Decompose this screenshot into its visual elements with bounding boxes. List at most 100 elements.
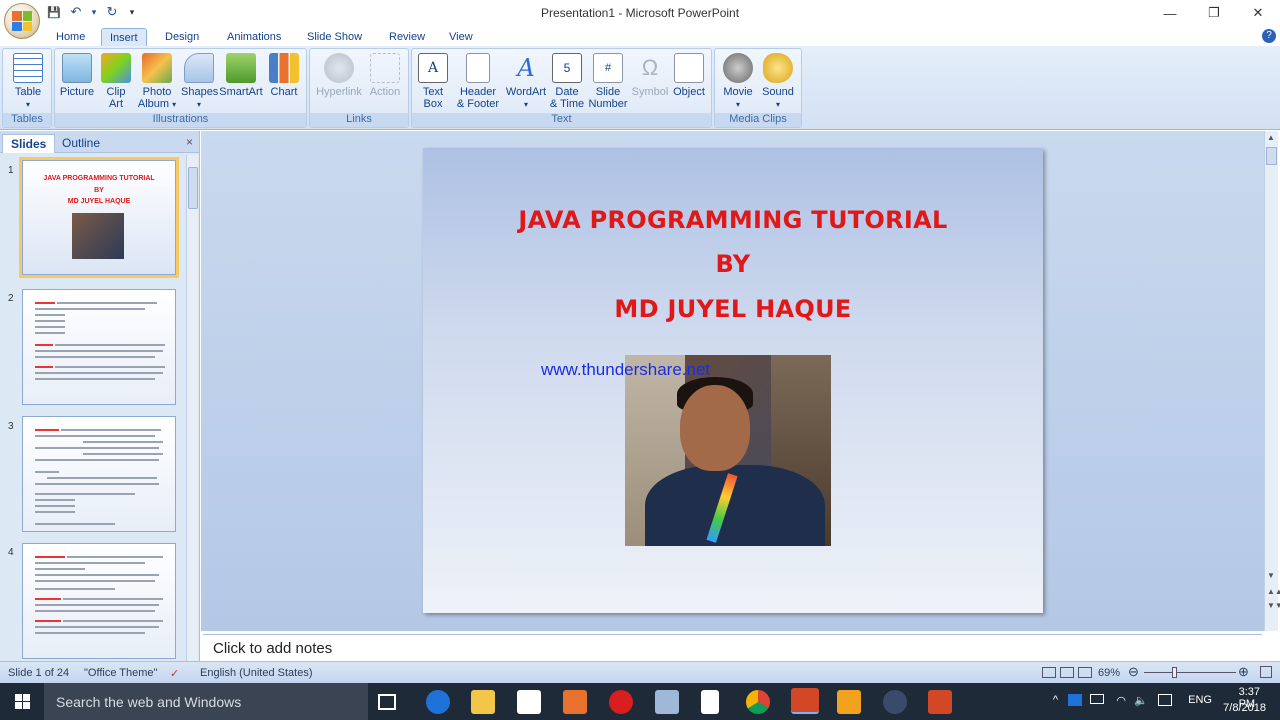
smartart-icon	[226, 53, 256, 83]
scroll-down-icon[interactable]: ▼	[1267, 571, 1275, 580]
minimize-button[interactable]: —	[1148, 0, 1192, 26]
action-center-icon[interactable]	[1158, 694, 1172, 706]
scroll-up-icon[interactable]: ▲	[1267, 133, 1275, 142]
slide-number-label: 4	[8, 547, 14, 558]
thumb-by: BY	[94, 187, 104, 194]
scrollbar-thumb[interactable]	[188, 167, 198, 209]
slide-sorter-icon[interactable]	[1060, 667, 1074, 678]
tab-design[interactable]: Design	[157, 28, 207, 47]
office-button[interactable]	[4, 3, 40, 39]
hyperlink-icon	[324, 53, 354, 83]
edge-icon[interactable]	[426, 690, 450, 714]
app-icon-orange[interactable]	[563, 690, 587, 714]
status-bar: Slide 1 of 24 "Office Theme" ✓ English (…	[0, 661, 1280, 683]
media-player-icon[interactable]	[837, 690, 861, 714]
recorder-icon[interactable]	[928, 690, 952, 714]
start-button[interactable]	[0, 683, 44, 720]
zoom-in-icon[interactable]: ⊕	[1238, 664, 1249, 680]
store-icon[interactable]	[517, 690, 541, 714]
notes-pane[interactable]: Click to add notes	[203, 634, 1262, 660]
smartart-button[interactable]: SmartArt	[219, 53, 263, 98]
group-label-illustrations: Illustrations	[55, 113, 306, 127]
tab-review[interactable]: Review	[381, 28, 433, 47]
wordart-button[interactable]: A WordArt ▾	[504, 53, 548, 111]
links-group: Hyperlink Action Links	[309, 48, 409, 128]
app-icon-box[interactable]	[655, 690, 679, 714]
slide-thumbnail-3[interactable]	[22, 416, 176, 532]
picture-button[interactable]: Picture	[59, 53, 95, 98]
slide-thumbnail-2[interactable]	[22, 289, 176, 405]
action-button[interactable]: Action	[366, 53, 404, 98]
slide-number-button[interactable]: # Slide Number	[588, 53, 628, 110]
document-icon[interactable]	[701, 690, 719, 714]
hyperlink-button[interactable]: Hyperlink	[314, 53, 364, 98]
date-time-button[interactable]: 5 Date & Time	[548, 53, 586, 110]
volume-icon[interactable]: 🔈	[1134, 694, 1148, 707]
show-hidden-icons[interactable]: ^	[1053, 694, 1058, 706]
object-button[interactable]: Object	[670, 53, 708, 98]
powerpoint-icon[interactable]	[791, 688, 819, 714]
table-button[interactable]: Table ▾	[11, 53, 45, 111]
slide-number-label: 1	[8, 165, 14, 176]
spell-check-icon[interactable]: ✓	[170, 667, 179, 680]
notes-placeholder[interactable]: Click to add notes	[213, 640, 332, 657]
battery-icon[interactable]	[1090, 694, 1104, 704]
tab-outline[interactable]: Outline	[54, 134, 108, 152]
tab-view[interactable]: View	[441, 28, 481, 47]
tab-animations[interactable]: Animations	[219, 28, 289, 47]
current-slide[interactable]: JAVA PROGRAMMING TUTORIAL BY MD JUYEL HA…	[423, 148, 1043, 613]
clip-art-button[interactable]: Clip Art	[101, 53, 131, 110]
language-indicator-tray[interactable]: ENG	[1188, 694, 1212, 706]
header-footer-button[interactable]: Header & Footer	[452, 53, 504, 110]
sound-button[interactable]: Sound ▾	[759, 53, 797, 111]
tab-insert[interactable]: Insert	[101, 28, 147, 47]
zoom-slider[interactable]	[1144, 672, 1236, 673]
omega-icon: Ω	[641, 55, 659, 80]
help-icon[interactable]: ?	[1262, 29, 1276, 43]
movie-button[interactable]: Movie ▾	[719, 53, 757, 111]
text-box-button[interactable]: A Text Box	[418, 53, 448, 110]
close-button[interactable]: ✕	[1236, 0, 1280, 26]
zoom-out-icon[interactable]: ⊖	[1128, 664, 1139, 680]
slides-pane-scrollbar[interactable]	[186, 155, 198, 661]
zoom-slider-thumb[interactable]	[1172, 667, 1177, 678]
taskbar-search[interactable]: Search the web and Windows	[44, 683, 368, 720]
chrome-icon[interactable]	[746, 690, 770, 714]
slide-scrollbar[interactable]: ▲ ▼ ▲▲ ▼▼	[1264, 131, 1280, 631]
chart-button[interactable]: Chart	[267, 53, 301, 98]
photo-album-button[interactable]: Photo Album ▾	[137, 53, 177, 111]
media-clips-group: Movie ▾ Sound ▾ Media Clips	[714, 48, 802, 128]
normal-view-icon[interactable]	[1042, 667, 1056, 678]
tray-app-icon[interactable]	[1068, 694, 1082, 706]
slide-title-line-1[interactable]: JAVA PROGRAMMING TUTORIAL	[423, 206, 1043, 234]
thumb-author: MD JUYEL HAQUE	[67, 198, 131, 205]
author-photo[interactable]	[625, 355, 831, 546]
language-indicator[interactable]: English (United States)	[200, 667, 313, 679]
tab-slide-show[interactable]: Slide Show	[299, 28, 370, 47]
task-view-icon[interactable]	[378, 694, 396, 710]
chart-icon	[269, 53, 299, 83]
zoom-level[interactable]: 69%	[1098, 667, 1120, 679]
slide-title-line-2[interactable]: BY	[423, 250, 1043, 278]
wifi-icon[interactable]: ◠	[1116, 694, 1126, 707]
slide-thumbnail-1[interactable]: JAVA PROGRAMMING TUTORIAL BY MD JUYEL HA…	[19, 157, 179, 278]
shapes-button[interactable]: Shapes ▾	[181, 53, 218, 111]
slide-show-icon[interactable]	[1078, 667, 1092, 678]
slide-number-label: 3	[8, 421, 14, 432]
app-icon-blue[interactable]	[883, 690, 907, 714]
opera-icon[interactable]	[609, 690, 633, 714]
close-pane-icon[interactable]: ×	[186, 135, 193, 149]
next-slide-icon[interactable]: ▼▼	[1267, 601, 1280, 610]
fit-to-window-icon[interactable]	[1260, 666, 1272, 678]
tab-home[interactable]: Home	[48, 28, 93, 47]
file-explorer-icon[interactable]	[471, 690, 495, 714]
previous-slide-icon[interactable]: ▲▲	[1267, 587, 1280, 596]
scrollbar-thumb[interactable]	[1266, 147, 1277, 165]
slide-title-line-3[interactable]: MD JUYEL HAQUE	[423, 295, 1043, 323]
restore-button[interactable]: ❐	[1192, 0, 1236, 26]
slide-thumbnail-4[interactable]	[22, 543, 176, 659]
symbol-button[interactable]: Ω Symbol	[630, 53, 670, 99]
search-placeholder[interactable]: Search the web and Windows	[56, 694, 241, 710]
tab-slides[interactable]: Slides	[2, 134, 56, 153]
clock-date[interactable]: 7/8/2018	[1223, 702, 1266, 714]
